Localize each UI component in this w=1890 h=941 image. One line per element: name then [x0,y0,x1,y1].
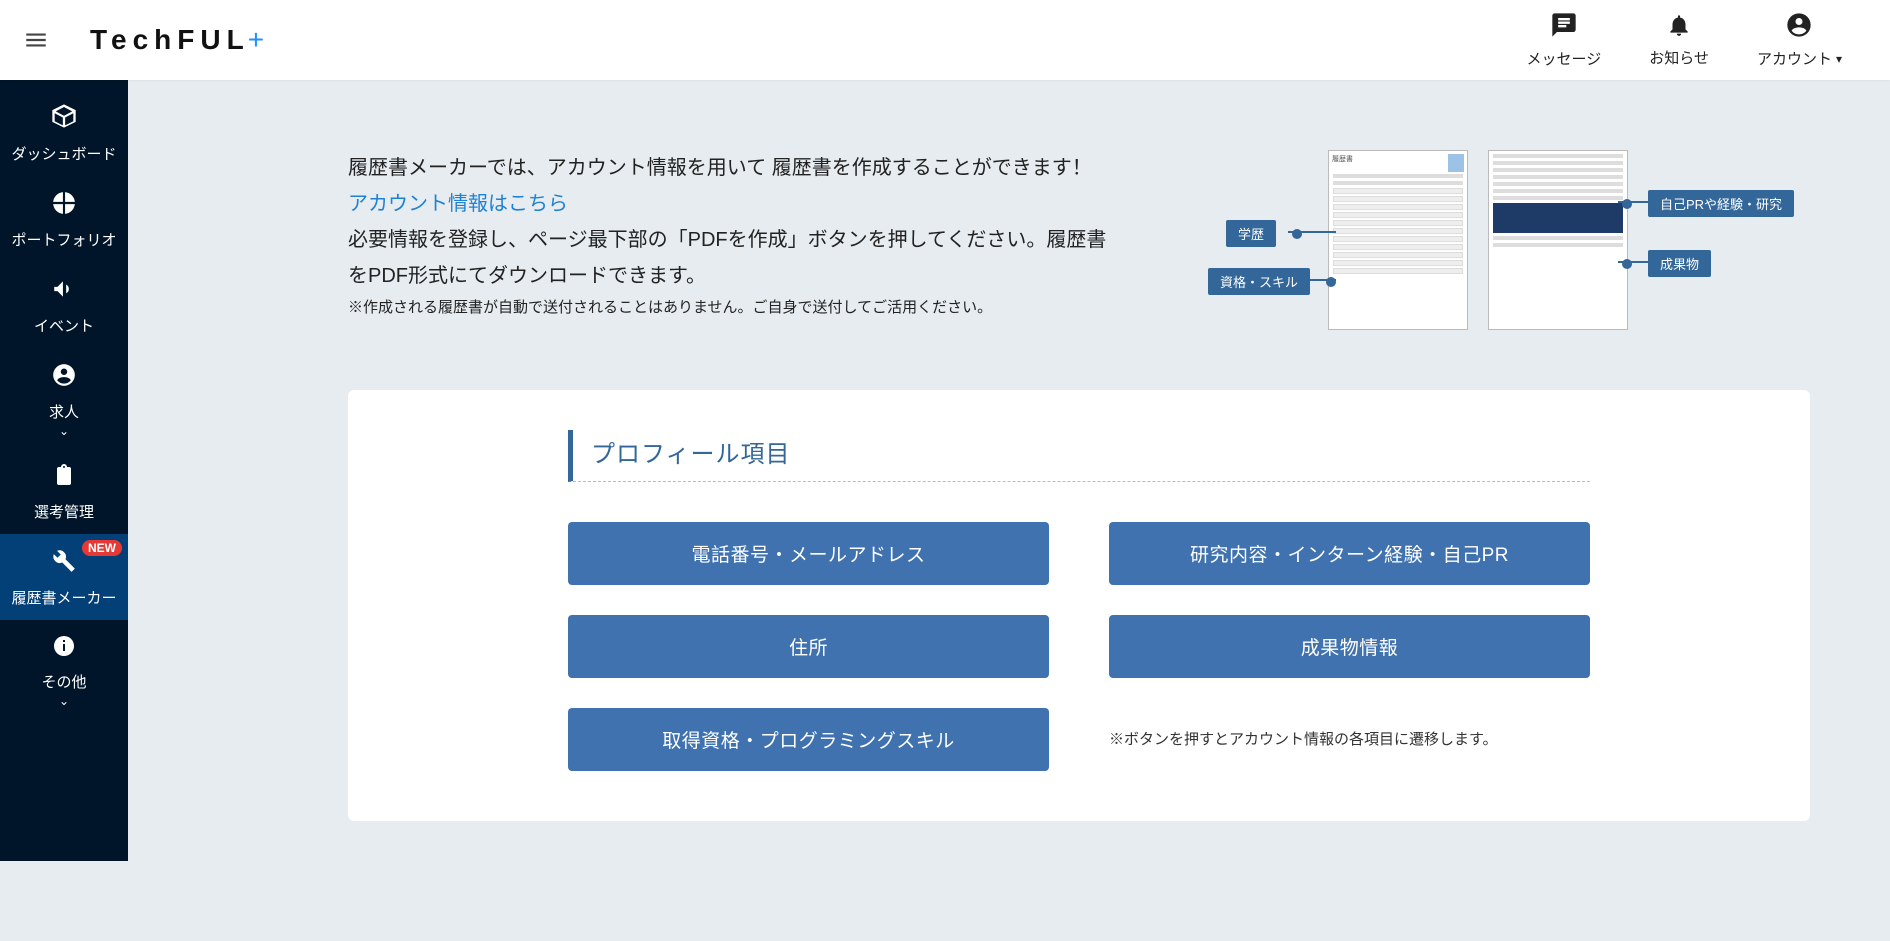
account-icon [1785,11,1813,46]
intro-section: 履歴書メーカーでは、アカウント情報を用いて 履歴書を作成することができます！ ア… [128,80,1890,370]
header-messages-label: メッセージ [1527,48,1602,69]
sidebar-item-dashboard[interactable]: ダッシュボード [0,88,128,176]
profile-btn-research[interactable]: 研究内容・インターン経験・自己PR [1109,522,1590,585]
account-info-link[interactable]: アカウント情報はこちら [348,186,1108,222]
profile-button-grid: 電話番号・メールアドレス 研究内容・インターン経験・自己PR 住所 成果物情報 … [568,522,1590,771]
sidebar-portfolio-label: ポートフォリオ [11,229,116,250]
wrench-icon [51,548,77,581]
doc-block [1493,203,1623,233]
sidebar-item-other[interactable]: その他 ⌄ [0,620,128,720]
sidebar-item-portfolio[interactable]: ポートフォリオ [0,176,128,262]
logo-plus: + [248,24,270,56]
main-sidebar: ダッシュボード ポートフォリオ イベント 求人 ⌄ 選考管理 NEW 履歴書メー… [0,80,128,861]
sidebar-dashboard-label: ダッシュボード [11,143,116,164]
sidebar-jobs-label: 求人 [49,401,79,422]
preview-tag-pr: 自己PRや経験・研究 [1648,190,1794,217]
chevron-down-icon: ▾ [1836,52,1842,66]
sidebar-item-selection[interactable]: 選考管理 [0,450,128,534]
profile-btn-address[interactable]: 住所 [568,615,1049,678]
profile-btn-results[interactable]: 成果物情報 [1109,615,1590,678]
preview-tag-results: 成果物 [1648,250,1711,277]
preview-tag-education: 学歴 [1226,220,1276,247]
header-notifications-label: お知らせ [1649,47,1709,68]
sidebar-resume-label: 履歴書メーカー [11,587,116,608]
header-notifications[interactable]: お知らせ [1649,12,1709,68]
profile-items-card: プロフィール項目 電話番号・メールアドレス 研究内容・インターン経験・自己PR … [348,390,1810,821]
sidebar-selection-label: 選考管理 [34,501,94,522]
header-account[interactable]: アカウント ▾ [1757,11,1842,69]
info-icon [52,634,76,665]
sidebar-item-resume[interactable]: NEW 履歴書メーカー [0,534,128,620]
section-title: プロフィール項目 [568,430,1590,482]
profile-btn-phone[interactable]: 電話番号・メールアドレス [568,522,1049,585]
bell-icon [1666,12,1692,45]
sidebar-other-label: その他 [41,671,86,692]
header-account-label: アカウント [1757,48,1832,69]
preview-doc-1: 履歴書 [1328,150,1468,330]
sidebar-item-jobs[interactable]: 求人 ⌄ [0,348,128,450]
pie-icon [51,190,77,223]
preview-doc-2 [1488,150,1628,330]
hamburger-menu[interactable] [12,16,60,64]
intro-line2: 必要情報を登録し、ページ最下部の「PDFを作成」ボタンを押してください。履歴書を… [348,222,1108,294]
message-icon [1550,11,1578,46]
app-logo[interactable]: TechFUL+ [90,24,270,56]
preview-tag-skills: 資格・スキル [1208,268,1310,295]
logo-text: TechFUL [90,24,250,56]
person-circle-icon [51,362,77,395]
intro-line1: 履歴書メーカーでは、アカウント情報を用いて 履歴書を作成することができます！ [348,150,1108,186]
resume-preview-graphic: 履歴書 学歴 資格・スキル 自己PRや経験・研究 成果物 [1148,150,1748,350]
menu-icon [23,27,49,53]
header-messages[interactable]: メッセージ [1527,11,1602,69]
clipboard-icon [52,464,76,495]
sidebar-item-event[interactable]: イベント [0,262,128,348]
cube-icon [50,102,78,137]
profile-btn-skills[interactable]: 取得資格・プログラミングスキル [568,708,1049,771]
new-badge: NEW [82,540,122,556]
doc-avatar [1448,154,1464,172]
megaphone-icon [51,276,77,309]
sidebar-event-label: イベント [34,315,94,336]
app-header: TechFUL+ メッセージ お知らせ アカウント ▾ [0,0,1890,80]
chevron-down-icon: ⌄ [59,694,69,708]
main-content: 履歴書メーカーでは、アカウント情報を用いて 履歴書を作成することができます！ ア… [128,80,1890,861]
intro-text: 履歴書メーカーでは、アカウント情報を用いて 履歴書を作成することができます！ ア… [348,150,1108,350]
chevron-down-icon: ⌄ [59,424,69,438]
profile-grid-note: ※ボタンを押すとアカウント情報の各項目に遷移します。 [1109,727,1590,753]
intro-note: ※作成される履歴書が自動で送付されることはありません。ご自身で送付してご活用くだ… [348,296,1108,320]
doc-title: 履歴書 [1332,154,1353,168]
